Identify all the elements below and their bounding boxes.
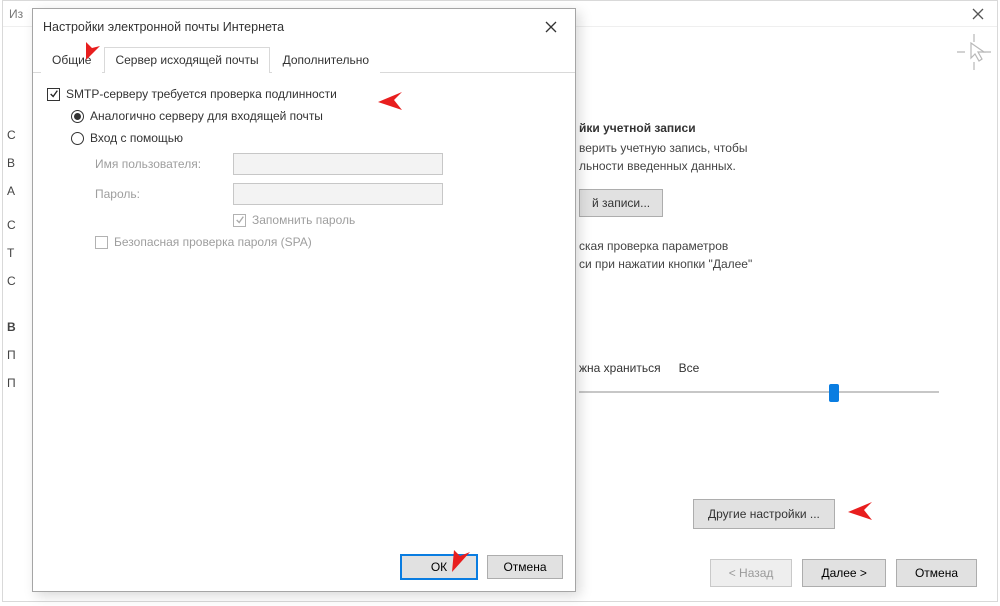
login-with-row: Вход с помощью [47, 131, 561, 145]
password-row: Пароль: [95, 183, 561, 205]
password-label: Пароль: [95, 187, 233, 201]
smtp-auth-label: SMTP-серверу требуется проверка подлинно… [66, 87, 337, 101]
account-test-section: йки учетной записи верить учетную запись… [579, 121, 979, 405]
offline-row: жна храниться Все [579, 361, 979, 375]
account-test-line1: верить учетную запись, чтобы [579, 141, 979, 155]
dialog-body: SMTP-серверу требуется проверка подлинно… [33, 73, 575, 249]
dialog-tabs: Общие Сервер исходящей почты Дополнитель… [33, 45, 575, 73]
remember-row: Запомнить пароль [95, 213, 561, 227]
spa-checkbox [95, 236, 108, 249]
auto-check-line2: си при нажатии кнопки "Далее" [579, 257, 979, 271]
wizard-buttons: < Назад Далее > Отмена [710, 559, 977, 587]
offline-label: жна храниться [579, 361, 661, 375]
dialog-titlebar: Настройки электронной почты Интернета [33, 9, 575, 45]
smtp-auth-checkbox[interactable] [47, 88, 60, 101]
dialog-title: Настройки электронной почты Интернета [43, 20, 284, 34]
tab-outgoing-server[interactable]: Сервер исходящей почты [104, 47, 269, 73]
next-button[interactable]: Далее > [802, 559, 886, 587]
remember-password-label: Запомнить пароль [252, 213, 355, 227]
account-test-title: йки учетной записи [579, 121, 979, 135]
check-icon [235, 215, 245, 225]
password-input [233, 183, 443, 205]
dialog-close-button[interactable] [531, 13, 571, 41]
wizard-close-button[interactable] [963, 3, 993, 25]
remember-password-checkbox [233, 214, 246, 227]
dialog-cancel-button[interactable]: Отмена [487, 555, 563, 579]
ok-button[interactable]: ОК [401, 555, 477, 579]
same-as-incoming-radio[interactable] [71, 110, 84, 123]
truncated-left-labels: С В А С Т С В П П [7, 121, 16, 397]
tab-general[interactable]: Общие [41, 47, 102, 73]
same-as-incoming-row: Аналогично серверу для входящей почты [47, 109, 561, 123]
check-icon [49, 89, 59, 99]
test-account-button[interactable]: й записи... [579, 189, 663, 217]
username-input [233, 153, 443, 175]
slider-thumb[interactable] [829, 384, 839, 402]
close-icon [545, 21, 557, 33]
spa-label: Безопасная проверка пароля (SPA) [114, 235, 312, 249]
login-with-label: Вход с помощью [90, 131, 183, 145]
offline-value: Все [679, 361, 700, 375]
account-test-line2: льности введенных данных. [579, 159, 979, 173]
more-settings-button[interactable]: Другие настройки ... [693, 499, 835, 529]
login-with-radio[interactable] [71, 132, 84, 145]
spa-row: Безопасная проверка пароля (SPA) [47, 235, 561, 249]
cursor-graphic [957, 33, 991, 76]
back-button: < Назад [710, 559, 793, 587]
smtp-auth-row: SMTP-серверу требуется проверка подлинно… [47, 87, 561, 101]
internet-email-settings-dialog: Настройки электронной почты Интернета Об… [32, 8, 576, 592]
wizard-header-text: Из [9, 7, 23, 21]
close-icon [972, 8, 984, 20]
tab-advanced[interactable]: Дополнительно [272, 47, 380, 73]
same-as-incoming-label: Аналогично серверу для входящей почты [90, 109, 323, 123]
dialog-buttons: ОК Отмена [401, 555, 563, 579]
wizard-cancel-button[interactable]: Отмена [896, 559, 977, 587]
offline-slider[interactable] [579, 381, 939, 405]
auto-check-line1: ская проверка параметров [579, 239, 979, 253]
username-label: Имя пользователя: [95, 157, 233, 171]
username-row: Имя пользователя: [95, 153, 561, 175]
